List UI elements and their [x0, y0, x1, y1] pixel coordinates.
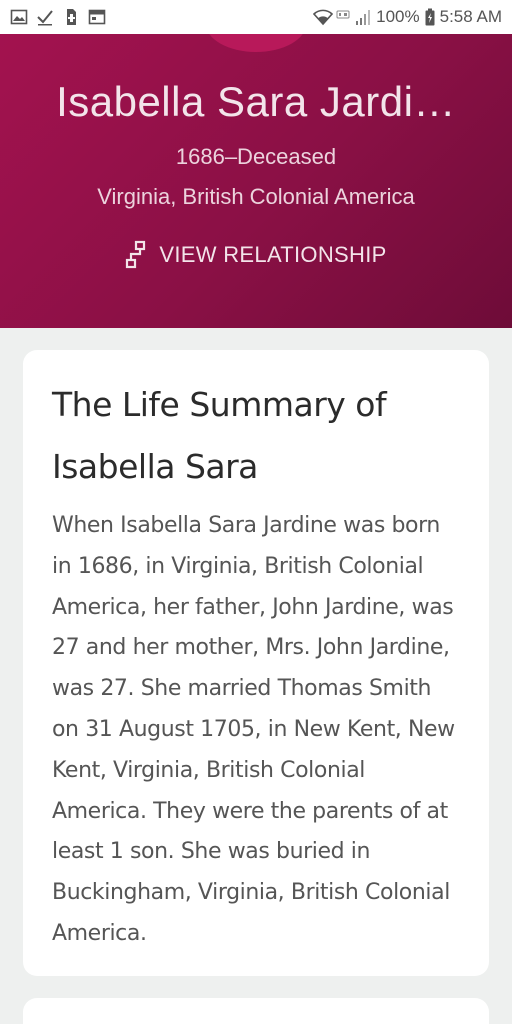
image-icon — [10, 8, 28, 26]
signal-icon — [355, 8, 371, 26]
life-summary-card: The Life Summary of Isabella Sara When I… — [23, 350, 489, 976]
life-summary-title: The Life Summary of Isabella Sara — [52, 374, 460, 498]
check-icon — [36, 8, 54, 26]
lte-icon — [336, 8, 350, 26]
life-summary-text: When Isabella Sara Jardine was born in 1… — [52, 513, 455, 946]
life-summary-title-line1: The Life Summary of — [52, 385, 387, 424]
wifi-icon — [313, 8, 334, 26]
relationship-tree-icon — [125, 240, 147, 270]
sim-icon — [62, 8, 80, 26]
battery-icon — [425, 8, 435, 26]
person-lifespan: 1686–Deceased — [175, 144, 337, 169]
avatar[interactable] — [206, 34, 306, 52]
clock: 5:58 AM — [439, 7, 502, 26]
life-summary-title-line2: Isabella Sara — [52, 447, 258, 486]
system-status: 100% 5:58 AM — [313, 7, 502, 27]
notification-icons — [10, 8, 106, 26]
person-header: Isabella Sara Jardi… 1686–Deceased Virgi… — [0, 34, 512, 328]
person-birthplace: Virginia, British Colonial America — [97, 184, 415, 209]
view-relationship-button[interactable]: VIEW RELATIONSHIP — [0, 240, 512, 270]
battery-percent: 100% — [376, 7, 420, 26]
calendar-icon — [88, 8, 106, 26]
next-card — [23, 998, 489, 1024]
view-relationship-label: VIEW RELATIONSHIP — [159, 242, 387, 267]
status-bar: 100% 5:58 AM — [0, 0, 512, 34]
person-name: Isabella Sara Jardi… — [56, 78, 456, 125]
